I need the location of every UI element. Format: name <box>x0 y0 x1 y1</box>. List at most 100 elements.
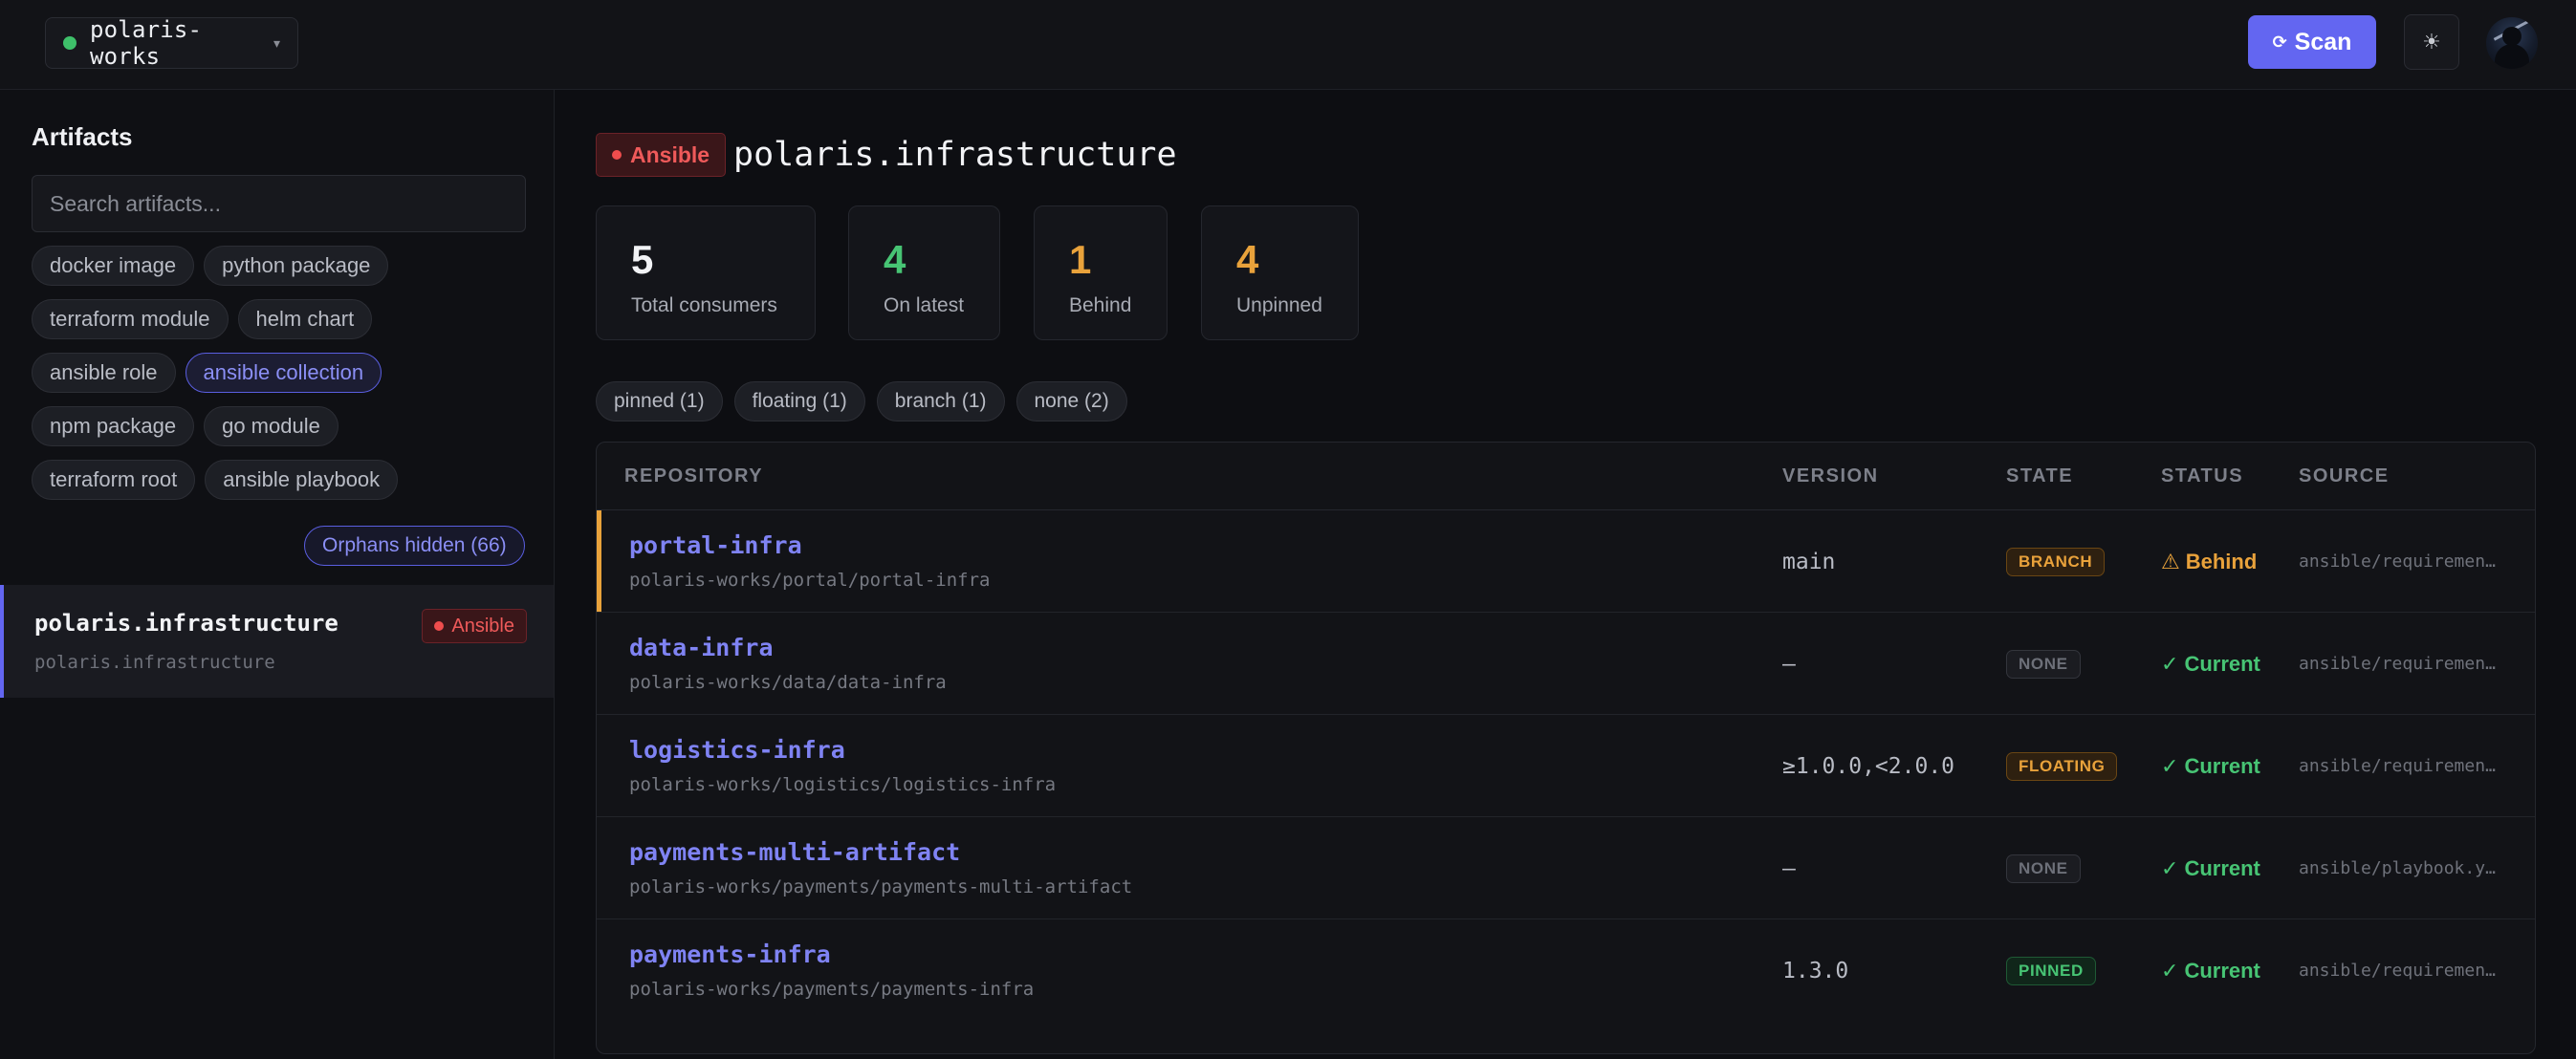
column-header-state[interactable]: STATE <box>2006 465 2073 487</box>
status-indicator: ✓ Current <box>2161 817 2260 919</box>
state-badge: PINNED <box>2006 957 2096 985</box>
stat-value: 4 <box>1236 237 1259 282</box>
top-bar: polaris-works ▾ ⟳ Scan ☀ <box>0 0 2576 90</box>
theme-toggle-button[interactable]: ☀ <box>2404 14 2459 70</box>
source-path: ansible/requiremen… <box>2299 756 2496 776</box>
stat-label: Behind <box>1069 294 1132 316</box>
repo-link[interactable]: payments-infra <box>629 940 831 968</box>
table-row[interactable]: payments-multi-artifact polaris-works/pa… <box>597 817 2535 919</box>
refresh-icon: ⟳ <box>2272 32 2287 52</box>
org-switcher[interactable]: polaris-works ▾ <box>45 16 298 70</box>
artifact-subtitle: polaris.infrastructure <box>34 652 275 673</box>
stat-unpinned: 4 Unpinned <box>1201 205 1359 340</box>
filter-chip-floating[interactable]: floating (1) <box>733 381 865 421</box>
table-row[interactable]: data-infra polaris-works/data/data-infra… <box>597 613 2535 715</box>
status-label: Current <box>2184 855 2260 880</box>
version-value: ≥1.0.0,<2.0.0 <box>1782 753 1955 779</box>
filter-chip-branch[interactable]: branch (1) <box>876 381 1005 421</box>
stat-label: Total consumers <box>631 294 777 316</box>
main-panel: Ansible polaris.infrastructure 5 Total c… <box>556 90 2576 1059</box>
column-header-version[interactable]: VERSION <box>1782 465 1879 487</box>
filter-chip-ansible-collection[interactable]: ansible collection <box>185 353 382 393</box>
repo-link[interactable]: data-infra <box>629 634 774 661</box>
consumers-table: REPOSITORY VERSION STATE STATUS SOURCE p… <box>596 442 2536 1054</box>
version-value: — <box>1782 651 1796 677</box>
status-indicator: ✓ Current <box>2161 715 2260 817</box>
avatar[interactable] <box>2486 17 2538 69</box>
kind-badge: Ansible <box>596 133 727 177</box>
table-row[interactable]: payments-infra polaris-works/payments/pa… <box>597 919 2535 1022</box>
org-name: polaris-works <box>90 16 203 70</box>
stat-value: 5 <box>631 237 654 282</box>
chevron-down-icon: ▾ <box>273 34 280 51</box>
check-icon: ✓ <box>2161 651 2179 676</box>
table-header: REPOSITORY VERSION STATE STATUS SOURCE <box>597 443 2535 510</box>
filter-chip-ansible-playbook[interactable]: ansible playbook <box>205 460 399 500</box>
filter-chip-helm-chart[interactable]: helm chart <box>237 299 373 339</box>
org-status-dot <box>63 36 76 50</box>
stat-total-consumers: 5 Total consumers <box>596 205 816 340</box>
repo-link[interactable]: logistics-infra <box>629 736 845 764</box>
source-path: ansible/requiremen… <box>2299 551 2496 572</box>
state-badge: NONE <box>2006 854 2081 883</box>
filter-chip-npm-package[interactable]: npm package <box>32 406 195 446</box>
table-row[interactable]: portal-infra polaris-works/portal/portal… <box>597 510 2535 613</box>
source-path: ansible/requiremen… <box>2299 654 2496 674</box>
search-input[interactable]: Search artifacts... <box>32 175 526 232</box>
repo-link[interactable]: portal-infra <box>629 531 802 559</box>
scan-button-label: Scan <box>2294 28 2352 55</box>
repo-path: polaris-works/data/data-infra <box>629 672 947 693</box>
stat-label: On latest <box>884 294 965 316</box>
dot-icon <box>434 621 445 631</box>
status-label: Current <box>2184 651 2260 676</box>
stat-value: 1 <box>1069 237 1092 282</box>
kind-badge-label: Ansible <box>630 141 710 167</box>
filter-chip-pinned[interactable]: pinned (1) <box>596 381 723 421</box>
filter-chip-go-module[interactable]: go module <box>204 406 338 446</box>
filter-chip-python-package[interactable]: python package <box>204 246 389 286</box>
status-indicator: ✓ Current <box>2161 613 2260 715</box>
version-value: 1.3.0 <box>1782 958 1849 983</box>
stat-on-latest: 4 On latest <box>848 205 1000 340</box>
column-header-source[interactable]: SOURCE <box>2299 465 2390 487</box>
column-header-repository[interactable]: REPOSITORY <box>624 465 763 487</box>
filter-chip-none[interactable]: none (2) <box>1015 381 1127 421</box>
check-icon: ✓ <box>2161 753 2179 778</box>
version-value: main <box>1782 549 1836 574</box>
scan-button[interactable]: ⟳ Scan <box>2248 15 2376 69</box>
artifact-kind-label: Ansible <box>451 615 514 637</box>
sun-icon: ☀ <box>2422 30 2441 54</box>
warning-icon: ⚠ <box>2161 549 2180 573</box>
dot-icon <box>612 150 622 160</box>
type-filter-chips: docker image python package terraform mo… <box>32 246 529 513</box>
artifact-kind-badge: Ansible <box>422 609 527 643</box>
orphans-toggle[interactable]: Orphans hidden (66) <box>304 526 525 566</box>
status-label: Current <box>2184 958 2260 983</box>
status-label: Behind <box>2185 549 2258 573</box>
table-row[interactable]: logistics-infra polaris-works/logistics/… <box>597 715 2535 817</box>
stat-value: 4 <box>884 237 906 282</box>
filter-chip-docker-image[interactable]: docker image <box>32 246 195 286</box>
source-path: ansible/requiremen… <box>2299 961 2496 981</box>
repo-link[interactable]: payments-multi-artifact <box>629 838 960 866</box>
column-header-status[interactable]: STATUS <box>2161 465 2243 487</box>
stat-label: Unpinned <box>1236 294 1322 316</box>
filter-chip-terraform-module[interactable]: terraform module <box>32 299 229 339</box>
artifact-name: polaris.infrastructure <box>34 610 338 637</box>
artifact-list-item[interactable]: polaris.infrastructure polaris.infrastru… <box>0 585 554 698</box>
pin-filter-chips: pinned (1) floating (1) branch (1) none … <box>596 381 1127 421</box>
status-indicator: ⚠ Behind <box>2161 510 2257 613</box>
sidebar: Artifacts Search artifacts... docker ima… <box>0 90 555 1059</box>
sidebar-title: Artifacts <box>32 122 133 151</box>
state-badge: NONE <box>2006 650 2081 679</box>
page-title: polaris.infrastructure <box>733 136 1177 174</box>
filter-chip-terraform-root[interactable]: terraform root <box>32 460 196 500</box>
status-indicator: ✓ Current <box>2161 919 2260 1022</box>
filter-chip-ansible-role[interactable]: ansible role <box>32 353 176 393</box>
repo-path: polaris-works/logistics/logistics-infra <box>629 774 1057 795</box>
check-icon: ✓ <box>2161 855 2179 880</box>
source-path: ansible/playbook.y… <box>2299 858 2496 878</box>
stat-behind: 1 Behind <box>1034 205 1168 340</box>
state-badge: FLOATING <box>2006 752 2118 781</box>
status-label: Current <box>2184 753 2260 778</box>
